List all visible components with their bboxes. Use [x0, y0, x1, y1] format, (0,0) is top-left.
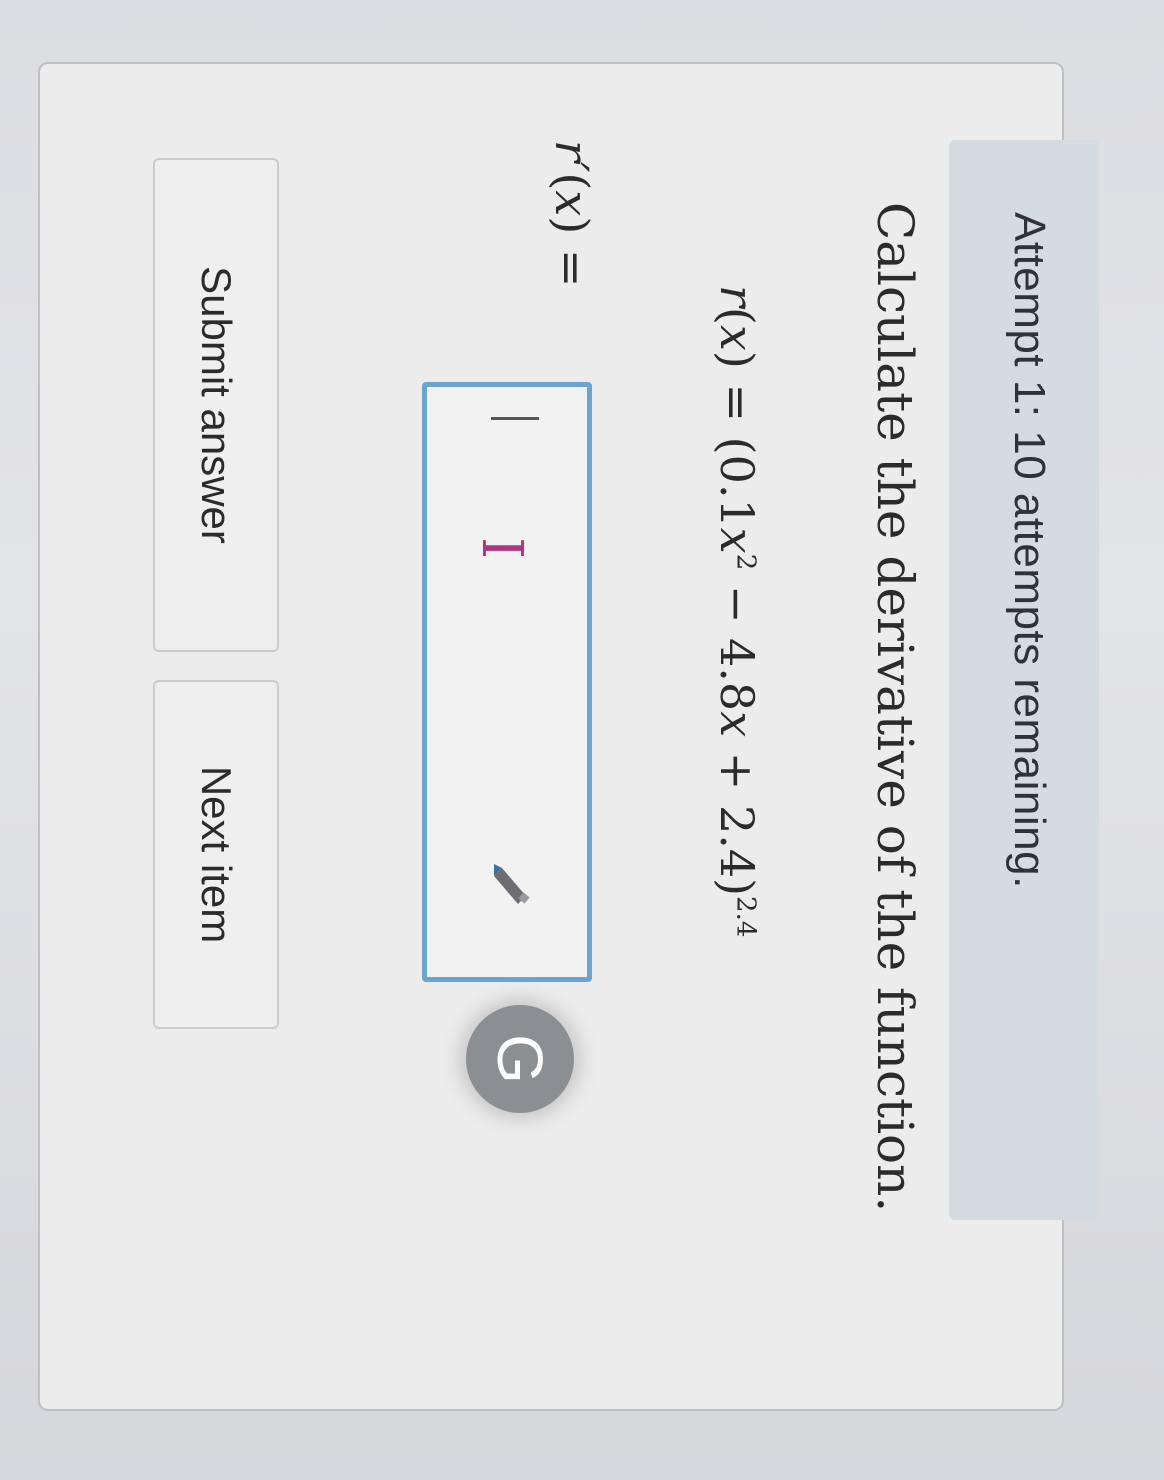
question-prompt: Calculate the derivative of the function…: [866, 202, 924, 1213]
pencil-icon[interactable]: [492, 862, 532, 910]
answer-label: r′(x) =: [545, 140, 599, 288]
g-icon[interactable]: G: [466, 1005, 574, 1113]
outer-exponent: 2.4: [730, 896, 761, 938]
attempt-status-text: Attempt 1: 10 attempts remaining.: [1005, 212, 1054, 889]
submit-answer-button[interactable]: Submit answer: [153, 158, 279, 652]
next-item-button[interactable]: Next item: [153, 680, 279, 1029]
text-caret: [491, 417, 539, 420]
rotated-screen: Attempt 1: 10 attempts remaining. Calcul…: [0, 0, 1164, 1480]
answer-input[interactable]: I: [422, 382, 592, 982]
function-equation: r(x) = (0.1x2 − 4.8x + 2.4)2.4: [710, 285, 764, 938]
function-name: r: [710, 285, 764, 307]
ibeam-cursor-icon: I: [469, 537, 534, 560]
